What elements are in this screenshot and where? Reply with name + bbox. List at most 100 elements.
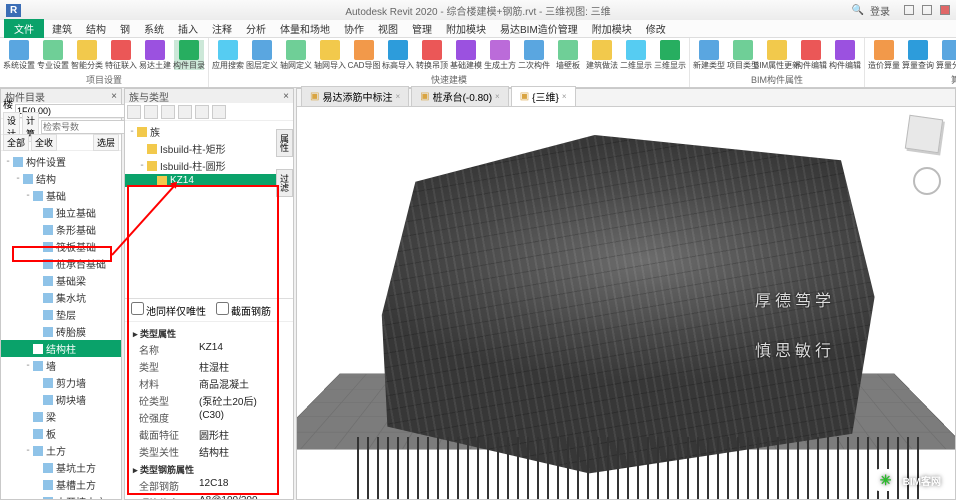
search-icon[interactable]: 🔍 bbox=[852, 5, 864, 16]
ribbon-转换吊顶[interactable]: 转换吊顶 bbox=[417, 40, 447, 70]
ribbon-标高导入[interactable]: 标高导入 bbox=[383, 40, 413, 70]
prop-section-类型钢筋属性[interactable]: ▸ 类型钢筋属性 bbox=[129, 460, 289, 477]
ribbon-二维显示[interactable]: 二维显示 bbox=[621, 40, 651, 70]
tree-node-大开挖土方[interactable]: 大开挖土方 bbox=[1, 493, 121, 499]
menu-易达BIM造价管理[interactable]: 易达BIM造价管理 bbox=[494, 19, 584, 38]
tree-node-基础[interactable]: -基础 bbox=[1, 187, 121, 204]
ribbon-轴网定义[interactable]: 轴网定义 bbox=[281, 40, 311, 70]
family-tree[interactable]: -族Isbuild-柱-矩形-Isbuild-柱-圆形KZ14 bbox=[125, 121, 293, 299]
ribbon-BIM属性更新[interactable]: BIM属性更新 bbox=[762, 40, 792, 70]
tree-node-砖胎膜[interactable]: 砖胎膜 bbox=[1, 323, 121, 340]
tool-new-icon[interactable] bbox=[127, 105, 141, 119]
ribbon-CAD导图[interactable]: CAD导图 bbox=[349, 40, 379, 70]
ribbon-算量查询[interactable]: 算量查询 bbox=[903, 40, 933, 70]
prop-row[interactable]: 名称KZ14 bbox=[129, 341, 289, 358]
prop-row[interactable]: 材料商品混凝土 bbox=[129, 375, 289, 392]
menu-文件[interactable]: 文件 bbox=[4, 19, 44, 38]
tree-node-基础梁[interactable]: 基础梁 bbox=[1, 272, 121, 289]
view-tab-桩承台(-0.80)[interactable]: ▣桩承台(-0.80)× bbox=[411, 86, 509, 106]
menu-结构[interactable]: 结构 bbox=[80, 19, 112, 38]
tool-copy-icon[interactable] bbox=[144, 105, 158, 119]
ribbon-专业设置[interactable]: 专业设置 bbox=[38, 40, 68, 70]
ribbon-特征联入[interactable]: 特征联入 bbox=[106, 40, 136, 70]
family-node-Isbuild-柱-圆形[interactable]: -Isbuild-柱-圆形 bbox=[125, 157, 293, 174]
tree-node-独立基础[interactable]: 独立基础 bbox=[1, 204, 121, 221]
tab-close-icon[interactable]: × bbox=[495, 92, 500, 101]
family-node-Isbuild-柱-矩形[interactable]: Isbuild-柱-矩形 bbox=[125, 140, 293, 157]
view-3d[interactable]: 厚德笃学 慎思敏行 ✳ BIM客网 bbox=[297, 107, 955, 499]
nav-wheel[interactable] bbox=[913, 167, 941, 195]
tree-node-板[interactable]: 板 bbox=[1, 425, 121, 442]
prop-row[interactable]: 砼强度(C30) bbox=[129, 409, 289, 426]
btn-expand-all[interactable]: 全部 bbox=[3, 134, 29, 151]
view-cube[interactable] bbox=[905, 115, 943, 153]
menu-注释[interactable]: 注释 bbox=[206, 19, 238, 38]
ribbon-构件目录[interactable]: 构件目录 bbox=[174, 40, 204, 70]
menu-修改[interactable]: 修改 bbox=[640, 19, 672, 38]
ribbon-构件编辑[interactable]: 构件编辑 bbox=[830, 40, 860, 70]
user-label[interactable]: 登录 bbox=[870, 3, 890, 18]
tree-node-基槽土方[interactable]: 基槽土方 bbox=[1, 476, 121, 493]
family-node-族[interactable]: -族 bbox=[125, 123, 293, 140]
prop-row[interactable]: 砼类型(泵砼土20后) bbox=[129, 392, 289, 409]
tab-close-icon[interactable]: × bbox=[562, 92, 567, 101]
menu-管理[interactable]: 管理 bbox=[406, 19, 438, 38]
expand-icon[interactable]: - bbox=[13, 173, 23, 184]
ribbon-二次构件[interactable]: 二次构件 bbox=[519, 40, 549, 70]
ribbon-造价算量[interactable]: 造价算量 bbox=[869, 40, 899, 70]
menu-插入[interactable]: 插入 bbox=[172, 19, 204, 38]
btn-collapse-all[interactable]: 全收 bbox=[31, 134, 57, 151]
menu-建筑[interactable]: 建筑 bbox=[46, 19, 78, 38]
tool-link-icon[interactable] bbox=[212, 105, 226, 119]
tree-node-基坑土方[interactable]: 基坑土方 bbox=[1, 459, 121, 476]
ribbon-墙壁板[interactable]: 墙壁板 bbox=[553, 40, 583, 70]
ribbon-基础建模[interactable]: 基础建模 bbox=[451, 40, 481, 70]
menu-附加模块[interactable]: 附加模块 bbox=[440, 19, 492, 38]
menu-钢[interactable]: 钢 bbox=[114, 19, 136, 38]
ribbon-系统设置[interactable]: 系统设置 bbox=[4, 40, 34, 70]
tree-node-结构柱[interactable]: 结构柱 bbox=[1, 340, 121, 357]
tool-delete-icon[interactable] bbox=[161, 105, 175, 119]
prop-row[interactable]: 类型关性结构柱 bbox=[129, 443, 289, 460]
view-tab-易达添筋中标注[interactable]: ▣易达添筋中标注× bbox=[301, 86, 409, 106]
prop-row[interactable]: 类型柱湿柱 bbox=[129, 358, 289, 375]
btn-select-floor[interactable]: 选层 bbox=[93, 134, 119, 151]
maximize-icon[interactable] bbox=[922, 5, 932, 15]
menu-分析[interactable]: 分析 bbox=[240, 19, 272, 38]
ribbon-生成土方[interactable]: 生成土方 bbox=[485, 40, 515, 70]
ribbon-建筑做法[interactable]: 建筑做法 bbox=[587, 40, 617, 70]
tree-node-条形基础[interactable]: 条形基础 bbox=[1, 221, 121, 238]
tree-node-集水坑[interactable]: 集水坑 bbox=[1, 289, 121, 306]
component-tree[interactable]: -构件设置-结构-基础独立基础条形基础筏板基础桩承台基础基础梁集水坑垫层砖胎膜结… bbox=[1, 151, 121, 499]
side-tab-filter[interactable]: 过滤 bbox=[276, 169, 293, 197]
expand-icon[interactable]: - bbox=[127, 126, 137, 137]
menu-附加模块[interactable]: 附加模块 bbox=[586, 19, 638, 38]
tree-node-桩承台基础[interactable]: 桩承台基础 bbox=[1, 255, 121, 272]
tool-find-icon[interactable] bbox=[195, 105, 209, 119]
ribbon-新建类型[interactable]: 新建类型 bbox=[694, 40, 724, 70]
prop-row[interactable]: 全部钢筋12C18 bbox=[129, 477, 289, 494]
tab-close-icon[interactable]: × bbox=[395, 92, 400, 101]
tree-node-梁[interactable]: 梁 bbox=[1, 408, 121, 425]
ribbon-三维显示[interactable]: 三维显示 bbox=[655, 40, 685, 70]
tree-node-垫层[interactable]: 垫层 bbox=[1, 306, 121, 323]
ribbon-应用搜索[interactable]: 应用搜索 bbox=[213, 40, 243, 70]
prop-row[interactable]: 顶筋信息A8@100/200 bbox=[129, 494, 289, 499]
tree-node-土方[interactable]: -土方 bbox=[1, 442, 121, 459]
tree-node-墙[interactable]: -墙 bbox=[1, 357, 121, 374]
menu-系统[interactable]: 系统 bbox=[138, 19, 170, 38]
left-panel-close-icon[interactable]: × bbox=[111, 91, 117, 102]
menu-协作[interactable]: 协作 bbox=[338, 19, 370, 38]
ribbon-智能分类[interactable]: 智能分类 bbox=[72, 40, 102, 70]
tree-node-砌块墙[interactable]: 砌块墙 bbox=[1, 391, 121, 408]
expand-icon[interactable]: - bbox=[23, 190, 33, 201]
tree-node-筏板基础[interactable]: 筏板基础 bbox=[1, 238, 121, 255]
mid-panel-close-icon[interactable]: × bbox=[283, 91, 289, 102]
ribbon-轴网导入[interactable]: 轴网导入 bbox=[315, 40, 345, 70]
expand-icon[interactable]: - bbox=[3, 156, 13, 167]
tree-node-剪力墙[interactable]: 剪力墙 bbox=[1, 374, 121, 391]
ribbon-图层定义[interactable]: 图层定义 bbox=[247, 40, 277, 70]
side-tab-properties[interactable]: 属性 bbox=[276, 129, 293, 157]
tree-node-构件设置[interactable]: -构件设置 bbox=[1, 153, 121, 170]
check-section-rebar[interactable]: 截面钢筋 bbox=[216, 302, 271, 318]
